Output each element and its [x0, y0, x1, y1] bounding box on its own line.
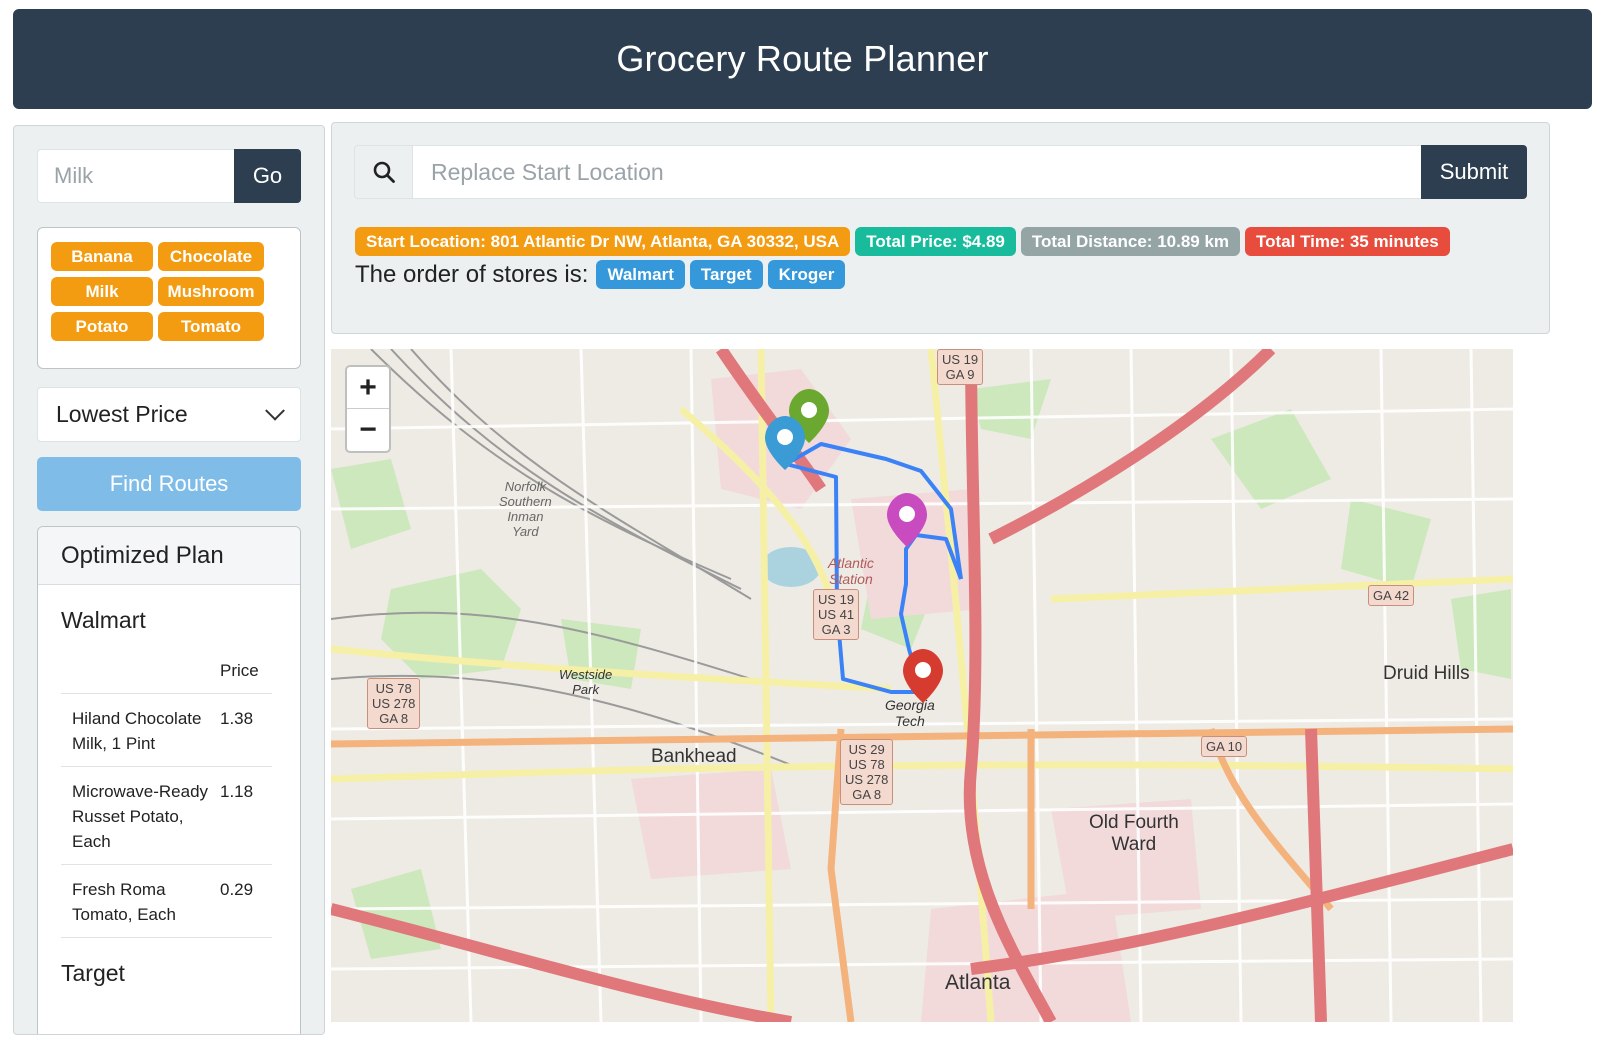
price-column-header: Price: [220, 653, 272, 694]
route-shield: US 29 US 78 US 278 GA 8: [840, 739, 894, 805]
item-tag[interactable]: Mushroom: [158, 277, 264, 306]
zoom-in-button[interactable]: +: [347, 367, 389, 409]
store-order-label: The order of stores is:: [355, 260, 589, 288]
map-tiles: [331, 349, 1513, 1022]
map-label-bankhead: Bankhead: [651, 746, 737, 767]
item-tag[interactable]: Banana: [51, 242, 153, 271]
total-price-badge: Total Price: $4.89: [855, 227, 1016, 256]
price-cell: 1.18: [220, 766, 272, 865]
map-label-atlanta: Atlanta: [945, 971, 1011, 994]
chevron-down-icon: [265, 400, 285, 421]
map-label-druid-hills: Druid Hills: [1383, 663, 1470, 684]
route-map[interactable]: + − Bankhead Druid Hills Old Fourth Ward…: [331, 349, 1513, 1022]
page-title: Grocery Route Planner: [616, 38, 989, 79]
store-order-badge: Target: [689, 260, 763, 289]
price-table: Price Hiland Chocolate Milk, 1 Pint 1.38…: [61, 653, 272, 938]
item-name-cell: Microwave-Ready Russet Potato, Each: [61, 766, 220, 865]
item-tag[interactable]: Potato: [51, 312, 153, 341]
search-icon: [354, 145, 412, 199]
item-tag[interactable]: Milk: [51, 277, 153, 306]
plan-title: Optimized Plan: [38, 527, 300, 585]
selected-items-box: Banana Chocolate Milk Mushroom Potato To…: [37, 227, 301, 369]
table-header-row: Price: [61, 653, 272, 694]
map-label-georgia-tech: Georgia Tech: [885, 697, 935, 729]
submit-button[interactable]: Submit: [1421, 145, 1527, 199]
go-button[interactable]: Go: [234, 149, 301, 203]
map-label-westside-park: Westside Park: [559, 667, 613, 697]
item-name-cell: Hiland Chocolate Milk, 1 Pint: [61, 693, 220, 767]
route-info-panel: Submit Start Location: 801 Atlantic Dr N…: [331, 122, 1550, 334]
plan-store-name: Target: [61, 959, 125, 986]
app-header: Grocery Route Planner: [13, 9, 1592, 109]
total-distance-badge: Total Distance: 10.89 km: [1020, 227, 1241, 256]
item-search-input[interactable]: [37, 149, 234, 203]
zoom-out-button[interactable]: −: [347, 409, 389, 451]
start-location-row: Submit: [354, 145, 1527, 199]
store-order-badge: Walmart: [596, 260, 685, 289]
sort-select-value: Lowest Price: [56, 401, 188, 427]
find-routes-button[interactable]: Find Routes: [37, 457, 301, 511]
item-search-row: Go: [37, 149, 301, 203]
table-row: Microwave-Ready Russet Potato, Each 1.18: [61, 766, 272, 865]
table-row: Hiland Chocolate Milk, 1 Pint 1.38: [61, 693, 272, 767]
route-shield: US 19 GA 9: [937, 349, 984, 385]
item-name-cell: Fresh Roma Tomato, Each: [61, 864, 220, 938]
kroger-marker-icon: [903, 649, 943, 703]
price-cell: 0.29: [220, 864, 272, 938]
map-label-old-fourth-ward: Old Fourth Ward: [1089, 812, 1179, 855]
start-location-input[interactable]: [412, 145, 1421, 199]
store-order-badge: Kroger: [767, 260, 846, 289]
start-location-badge: Start Location: 801 Atlantic Dr NW, Atla…: [355, 227, 851, 256]
plan-store-name: Walmart: [61, 607, 146, 633]
optimized-plan-card: Optimized Plan Walmart Price Hiland Choc…: [37, 526, 301, 1034]
sort-select[interactable]: Lowest Price: [37, 387, 301, 442]
route-shield: GA 10: [1201, 736, 1248, 757]
route-summary-badges: Start Location: 801 Atlantic Dr NW, Atla…: [355, 227, 1450, 256]
route-shield: US 78 US 278 GA 8: [367, 678, 421, 729]
item-tag[interactable]: Chocolate: [158, 242, 264, 271]
store-order-row: The order of stores is: Walmart Target K…: [355, 260, 846, 289]
map-label-atlantic-station: Atlantic Station: [828, 555, 874, 587]
sidebar: Go Banana Chocolate Milk Mushroom Potato…: [13, 125, 325, 1035]
table-row: Fresh Roma Tomato, Each 0.29: [61, 864, 272, 938]
zoom-control: + −: [345, 365, 391, 453]
total-time-badge: Total Time: 35 minutes: [1245, 227, 1450, 256]
route-shield: US 19 US 41 GA 3: [813, 589, 860, 640]
route-shield: GA 42: [1368, 585, 1415, 606]
map-label-norfolk-yard: Norfolk Southern Inman Yard: [499, 479, 552, 539]
item-tag[interactable]: Tomato: [158, 312, 264, 341]
price-cell: 1.38: [220, 693, 272, 767]
